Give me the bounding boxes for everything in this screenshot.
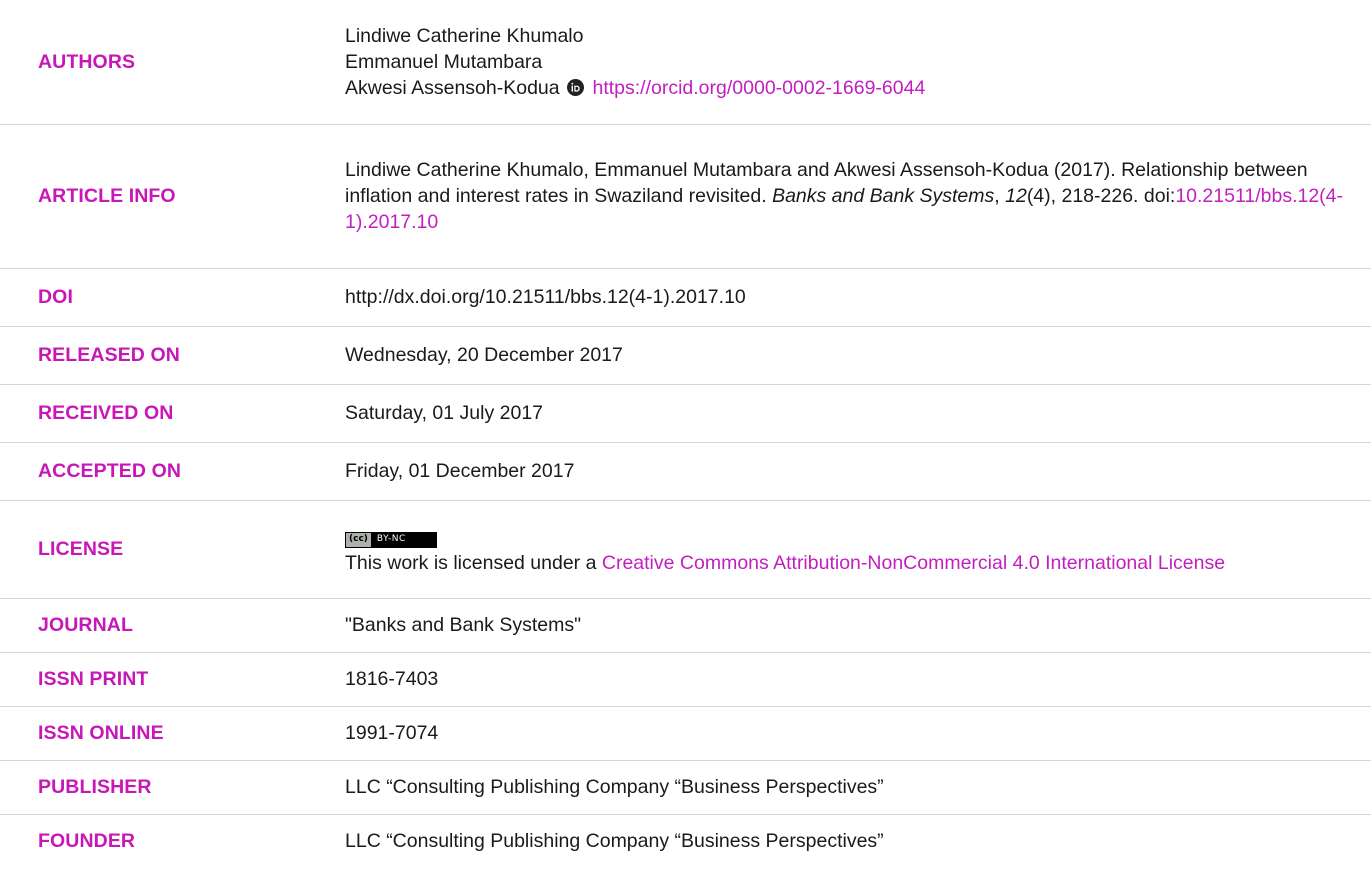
value-founder: LLC “Consulting Publishing Company “Busi… <box>345 830 884 853</box>
value-issn-print: 1816-7403 <box>345 668 439 690</box>
value-article-info: Lindiwe Catherine Khumalo, Emmanuel Muta… <box>345 124 1371 268</box>
label-issn-print: ISSN PRINT <box>38 668 149 690</box>
value-authors: Lindiwe Catherine Khumalo Emmanuel Mutam… <box>345 0 1371 124</box>
label-released-on: RELEASED ON <box>38 344 180 366</box>
orcid-link[interactable]: https://orcid.org/0000-0002-1669-6044 <box>592 77 925 99</box>
author-name[interactable]: Akwesi Assensoh-Kodua <box>345 77 560 99</box>
value-issn-online: 1991-7074 <box>345 722 439 744</box>
label-doi: DOI <box>38 286 73 308</box>
value-publisher: LLC “Consulting Publishing Company “Busi… <box>345 776 884 798</box>
citation-volume: 12 <box>1005 185 1027 207</box>
orcid-id-icon[interactable] <box>567 78 585 96</box>
label-publisher: PUBLISHER <box>38 776 152 798</box>
label-issn-online: ISSN ONLINE <box>38 722 164 744</box>
citation-issue-pages: (4), 218-226. doi: <box>1026 185 1176 207</box>
author-name[interactable]: Lindiwe Catherine Khumalo <box>345 23 1361 49</box>
citation-separator: , <box>994 185 1006 207</box>
row-released-on: RELEASED ON Wednesday, 20 December 2017 <box>0 326 1371 384</box>
row-issn-print: ISSN PRINT 1816-7403 <box>0 652 1371 706</box>
label-received-on: RECEIVED ON <box>38 402 174 424</box>
label-authors: AUTHORS <box>38 50 136 73</box>
license-text: This work is licensed under a <box>345 552 602 574</box>
row-issn-online: ISSN ONLINE 1991-7074 <box>0 706 1371 760</box>
row-accepted-on: ACCEPTED ON Friday, 01 December 2017 <box>0 442 1371 500</box>
row-authors: AUTHORS Lindiwe Catherine Khumalo Emmanu… <box>0 0 1371 124</box>
license-link[interactable]: Creative Commons Attribution-NonCommerci… <box>602 552 1225 574</box>
label-founder: FOUNDER <box>38 830 136 853</box>
value-accepted-on: Friday, 01 December 2017 <box>345 460 575 482</box>
cc-badge-left: (cc) <box>346 533 372 547</box>
value-journal: "Banks and Bank Systems" <box>345 614 582 636</box>
row-publisher: PUBLISHER LLC “Consulting Publishing Com… <box>0 760 1371 814</box>
row-founder: FOUNDER LLC “Consulting Publishing Compa… <box>0 814 1371 868</box>
value-released-on: Wednesday, 20 December 2017 <box>345 344 623 366</box>
value-license: (cc) BY-NC This work is licensed under a… <box>345 500 1371 598</box>
author-name[interactable]: Emmanuel Mutambara <box>345 49 1361 75</box>
label-accepted-on: ACCEPTED ON <box>38 460 182 482</box>
row-article-info: ARTICLE INFO Lindiwe Catherine Khumalo, … <box>0 124 1371 268</box>
citation-journal: Banks and Bank Systems <box>772 185 995 207</box>
label-license: LICENSE <box>38 538 124 560</box>
row-doi: DOI http://dx.doi.org/10.21511/bbs.12(4-… <box>0 268 1371 326</box>
label-article-info: ARTICLE INFO <box>38 185 176 207</box>
cc-badge-right: BY-NC <box>371 533 436 547</box>
value-doi: http://dx.doi.org/10.21511/bbs.12(4-1).2… <box>345 286 746 308</box>
row-received-on: RECEIVED ON Saturday, 01 July 2017 <box>0 384 1371 442</box>
cc-by-nc-badge[interactable]: (cc) BY-NC <box>345 532 437 548</box>
value-received-on: Saturday, 01 July 2017 <box>345 402 544 424</box>
author-line-3: Akwesi Assensoh-Kodua https://orcid.org/… <box>345 75 1361 101</box>
row-license: LICENSE (cc) BY-NC This work is licensed… <box>0 500 1371 598</box>
row-journal: JOURNAL "Banks and Bank Systems" <box>0 598 1371 652</box>
label-journal: JOURNAL <box>38 614 133 636</box>
article-metadata-table: AUTHORS Lindiwe Catherine Khumalo Emmanu… <box>0 0 1371 868</box>
